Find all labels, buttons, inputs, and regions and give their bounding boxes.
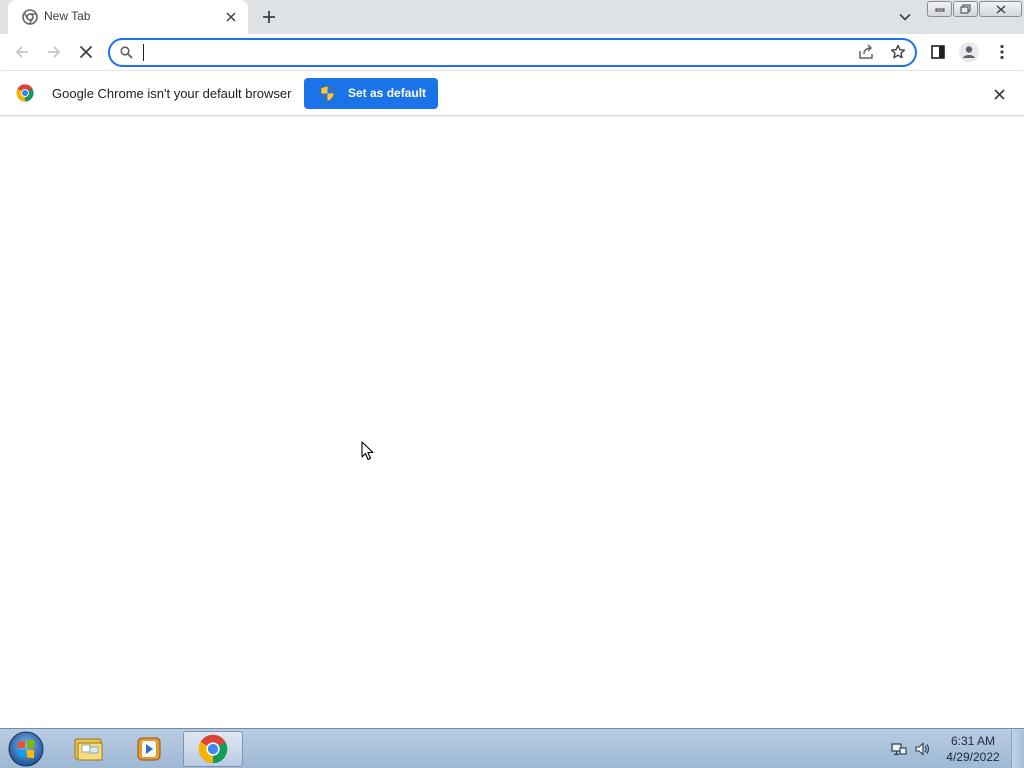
page-content <box>0 117 1024 728</box>
tab-close-icon[interactable] <box>221 7 241 27</box>
infobar-message: Google Chrome isn't your default browser <box>52 86 292 101</box>
network-icon[interactable] <box>891 741 907 757</box>
arrow-left-icon <box>15 46 28 58</box>
start-button[interactable] <box>6 730 46 768</box>
menu-button[interactable] <box>988 38 1016 66</box>
share-icon[interactable] <box>858 44 875 60</box>
tab-new-tab[interactable]: New Tab <box>8 0 248 34</box>
chevron-down-icon <box>899 13 911 21</box>
tab-search-button[interactable] <box>893 6 917 28</box>
browser-toolbar <box>0 34 1024 70</box>
side-panel-button[interactable] <box>924 38 952 66</box>
window-controls <box>927 1 1023 18</box>
taskbar-windows-explorer[interactable] <box>61 731 117 767</box>
search-icon <box>120 46 133 59</box>
clock-date: 4/29/2022 <box>946 750 1000 764</box>
stop-loading-button[interactable] <box>72 38 100 66</box>
chrome-icon <box>198 734 228 764</box>
address-input[interactable] <box>142 43 842 62</box>
default-browser-infobar: Google Chrome isn't your default browser… <box>0 70 1024 116</box>
chrome-logo-icon <box>16 84 34 102</box>
volume-icon[interactable] <box>914 741 930 757</box>
tab-strip: New Tab <box>0 0 1024 34</box>
bookmark-star-icon[interactable] <box>890 44 906 60</box>
windows-orb-icon <box>8 731 44 767</box>
taskbar-google-chrome[interactable] <box>183 731 243 767</box>
infobar-close-icon[interactable] <box>990 85 1008 103</box>
mouse-pointer-icon <box>361 441 374 461</box>
show-desktop-button[interactable] <box>1011 730 1024 768</box>
side-panel-icon <box>931 45 945 59</box>
set-as-default-button[interactable]: Set as default <box>304 78 438 109</box>
restore-icon <box>960 4 971 14</box>
windows-taskbar: 6:31 AM 4/29/2022 <box>0 728 1024 768</box>
close-icon <box>996 4 1005 14</box>
media-player-icon <box>137 737 161 761</box>
uac-shield-icon <box>320 85 335 102</box>
profile-button[interactable] <box>955 38 983 66</box>
tab-title: New Tab <box>44 9 91 23</box>
chrome-favicon-icon <box>22 9 38 25</box>
clock[interactable]: 6:31 AM 4/29/2022 <box>940 733 1006 765</box>
omnibox[interactable] <box>108 38 917 67</box>
arrow-right-icon <box>48 46 61 58</box>
back-button[interactable] <box>8 38 36 66</box>
more-vert-icon <box>1000 44 1004 60</box>
avatar-icon <box>959 42 979 62</box>
text-caret <box>143 44 144 61</box>
plus-icon <box>263 11 275 23</box>
minimize-button[interactable] <box>927 1 952 17</box>
set-as-default-label: Set as default <box>348 86 427 100</box>
clock-time: 6:31 AM <box>950 734 996 748</box>
folder-icon <box>74 738 103 761</box>
forward-button[interactable] <box>40 38 68 66</box>
stop-icon <box>79 45 93 59</box>
new-tab-button[interactable] <box>256 5 282 29</box>
minimize-icon <box>935 8 944 12</box>
taskbar-media-player[interactable] <box>121 731 177 767</box>
close-window-button[interactable] <box>979 1 1022 17</box>
restore-button[interactable] <box>953 1 978 17</box>
